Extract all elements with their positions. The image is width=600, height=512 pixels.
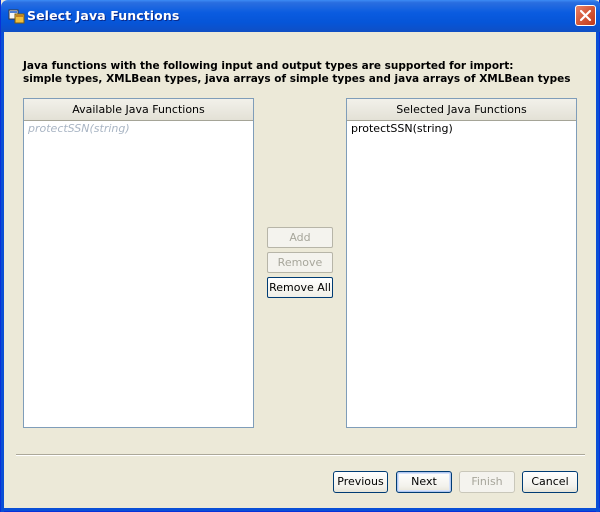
add-button[interactable]: Add bbox=[267, 227, 333, 248]
list-item[interactable]: protectSSN(string) bbox=[24, 121, 253, 137]
description-line-2: simple types, XMLBean types, java arrays… bbox=[23, 73, 571, 85]
selected-functions-list[interactable]: Selected Java Functions protectSSN(strin… bbox=[346, 98, 577, 428]
window-frame-right bbox=[596, 32, 599, 512]
window-frame-left bbox=[1, 32, 4, 512]
close-button[interactable] bbox=[575, 5, 596, 26]
window-frame-bottom bbox=[1, 508, 600, 511]
description-line-1: Java functions with the following input … bbox=[23, 60, 514, 72]
remove-all-button[interactable]: Remove All bbox=[267, 277, 333, 298]
remove-button[interactable]: Remove bbox=[267, 252, 333, 273]
window-title: Select Java Functions bbox=[27, 8, 180, 23]
dialog-window: Select Java Functions Java functions wit… bbox=[0, 0, 600, 512]
available-functions-list[interactable]: Available Java Functions protectSSN(stri… bbox=[23, 98, 254, 428]
description-text: Java functions with the following input … bbox=[23, 60, 571, 86]
java-app-icon bbox=[8, 7, 26, 25]
previous-button[interactable]: Previous bbox=[333, 471, 388, 493]
selected-functions-header: Selected Java Functions bbox=[347, 99, 576, 121]
footer-separator bbox=[16, 454, 585, 456]
finish-button[interactable]: Finish bbox=[459, 471, 515, 493]
cancel-button[interactable]: Cancel bbox=[522, 471, 578, 493]
close-icon bbox=[579, 9, 592, 22]
list-item[interactable]: protectSSN(string) bbox=[347, 121, 576, 137]
available-functions-header: Available Java Functions bbox=[24, 99, 253, 121]
next-button[interactable]: Next bbox=[396, 471, 452, 493]
title-bar[interactable]: Select Java Functions bbox=[1, 0, 600, 32]
